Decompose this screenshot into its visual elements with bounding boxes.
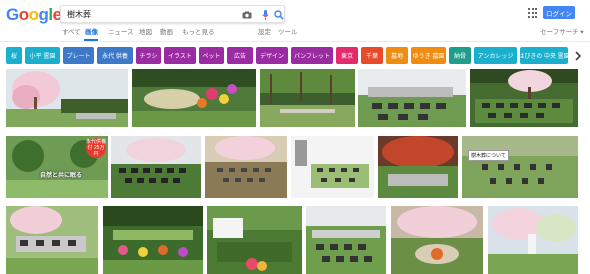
chip-8[interactable]: デザイン [256,47,288,64]
chip-13[interactable]: ゆうき 墓園 [411,47,446,64]
image-result[interactable] [358,69,466,127]
search-input[interactable]: 樹木葬 [67,9,91,20]
image-result[interactable] [111,136,201,198]
related-search-chips: 桜 小平 霊園 プレート 永代 供養 チラシ イラスト ペット 広告 デザイン … [0,47,590,65]
image-result[interactable]: 樹木葬について [462,136,578,198]
tab-more[interactable]: もっと見る [182,27,215,39]
chip-0[interactable]: 桜 [6,47,22,64]
logo-letter: o [18,5,29,24]
safesearch-menu[interactable]: セーフサーチ ▾ [540,27,584,39]
chip-6[interactable]: ペット [199,47,224,64]
image-result[interactable]: 自然と共に眠る 永代供養付 25万円 [6,136,108,198]
price-badge: 永代供養付 25万円 [86,138,107,158]
tab-news[interactable]: ニュース [108,27,134,39]
chip-5[interactable]: イラスト [164,47,196,64]
chip-1[interactable]: 小平 霊園 [25,47,60,64]
image-result[interactable] [306,206,386,274]
login-button[interactable]: ログイン [543,6,575,19]
image-result[interactable] [6,69,128,127]
chip-12[interactable]: 墓地 [386,47,408,64]
chip-3[interactable]: 永代 供養 [97,47,133,64]
image-result[interactable] [291,136,374,198]
chip-14[interactable]: 納骨 [449,47,471,64]
image-result[interactable] [378,136,458,198]
microphone-icon[interactable] [259,9,271,21]
chip-16[interactable]: はびきの 中央 霊園 [520,47,568,64]
logo-letter: g [38,5,49,24]
image-result[interactable] [488,206,578,274]
divider [0,41,590,42]
apps-grid-icon[interactable] [528,8,538,18]
sign-caption: 樹木葬について [468,150,509,161]
chip-10[interactable]: 東京 [336,47,358,64]
tab-all[interactable]: すべて [62,27,81,39]
logo-letter: o [28,5,39,24]
tab-settings[interactable]: 設定 [258,27,271,39]
image-result[interactable] [132,69,256,127]
chip-15[interactable]: アンカレッジ [474,47,517,64]
image-results-grid: 自然と共に眠る 永代供養付 25万円 樹木葬について [0,69,590,274]
image-result[interactable] [207,206,302,274]
chip-11[interactable]: 千葉 [361,47,383,64]
tab-tools[interactable]: ツール [278,27,298,39]
chevron-right-icon[interactable] [570,47,586,64]
search-box[interactable]: 樹木葬 [60,5,285,23]
image-result[interactable] [205,136,287,198]
overlay-caption: 自然と共に眠る [40,173,83,179]
image-result[interactable] [470,69,578,127]
google-logo[interactable]: Google [6,5,62,25]
image-result[interactable] [6,206,98,274]
search-tabs: すべて 画像 ニュース 地図 動画 もっと見る 設定 ツール セーフサーチ ▾ [0,27,590,41]
image-result[interactable] [391,206,483,274]
search-icon[interactable] [273,9,285,21]
image-result[interactable] [103,206,203,274]
logo-letter: G [6,5,19,24]
chip-2[interactable]: プレート [63,47,94,64]
image-result[interactable] [260,69,355,127]
camera-icon[interactable] [241,9,253,21]
chip-4[interactable]: チラシ [136,47,161,64]
tab-maps[interactable]: 地図 [139,27,152,39]
chip-9[interactable]: パンフレット [291,47,333,64]
tab-images[interactable]: 画像 [85,27,98,39]
tab-videos[interactable]: 動画 [160,27,173,39]
chip-7[interactable]: 広告 [227,47,253,64]
